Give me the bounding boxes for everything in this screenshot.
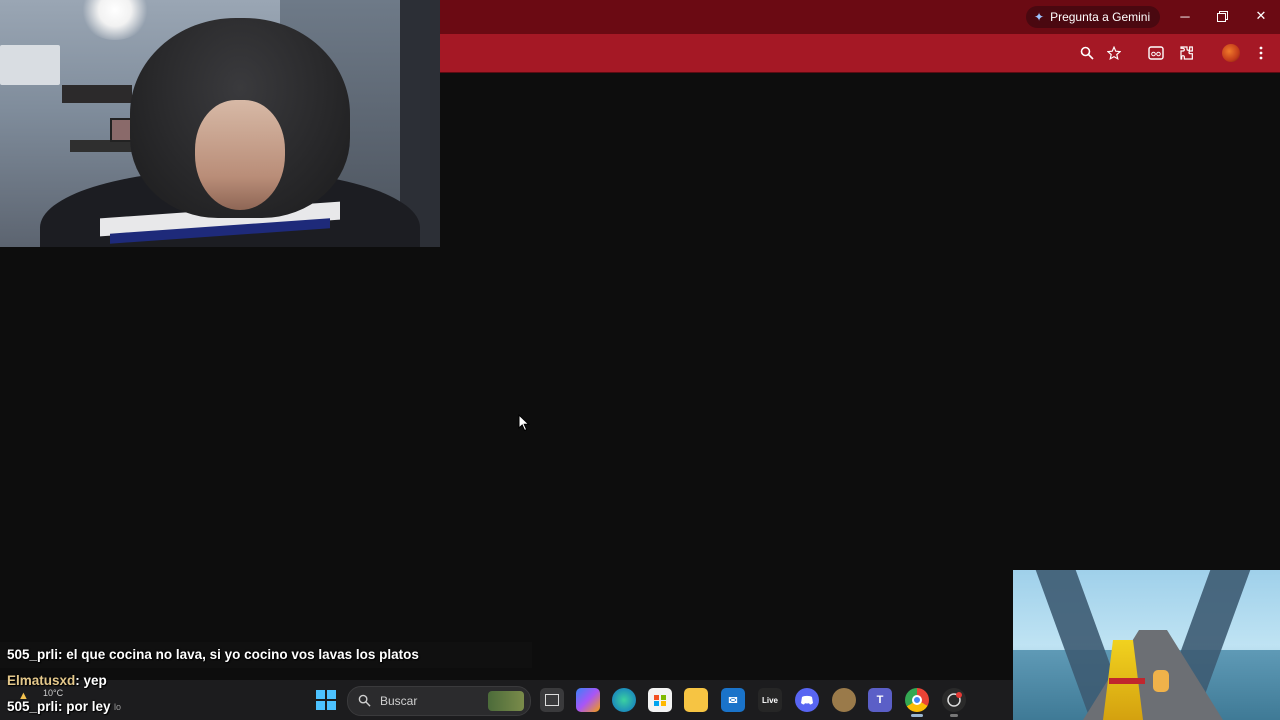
- chat-text: : por ley: [58, 699, 111, 714]
- extensions-icon[interactable]: [1176, 42, 1198, 64]
- screen: ✦ Pregunta a Gemini ─ ✕ ▲ 10°C lo Buscar…: [0, 0, 1280, 720]
- close-icon[interactable]: ✕: [1242, 0, 1280, 32]
- chat-text: : el que cocina no lava, si yo cocino vo…: [58, 647, 419, 662]
- gemini-button[interactable]: ✦ Pregunta a Gemini: [1026, 6, 1161, 28]
- copilot-icon[interactable]: [576, 688, 600, 712]
- store-icon[interactable]: [648, 688, 672, 712]
- menu-icon[interactable]: [1250, 42, 1272, 64]
- minimize-icon[interactable]: ─: [1166, 0, 1204, 32]
- chat-username: 505_prli: [7, 647, 59, 662]
- file-explorer-icon[interactable]: [684, 688, 708, 712]
- search-highlight-image: [488, 691, 524, 711]
- live-icon[interactable]: Live: [758, 688, 782, 712]
- outlook-icon[interactable]: ✉: [721, 688, 745, 712]
- chrome-active-indicator: [911, 714, 923, 717]
- mouse-cursor-icon: [518, 414, 530, 432]
- taskbar-search[interactable]: Buscar: [347, 686, 531, 716]
- chat-username: 505_prli: [7, 699, 59, 714]
- app-icon-11[interactable]: [942, 688, 966, 712]
- profile-avatar[interactable]: [1222, 44, 1240, 62]
- start-button[interactable]: [316, 690, 336, 710]
- star-icon[interactable]: [1103, 42, 1125, 64]
- discord-icon[interactable]: [795, 688, 819, 712]
- reading-mode-icon[interactable]: [1145, 42, 1167, 64]
- chat-message: Elmatusxd: yep: [7, 673, 107, 688]
- search-icon: [358, 694, 372, 708]
- chat-username: Elmatusxd: [7, 673, 76, 688]
- zoom-icon[interactable]: [1076, 42, 1098, 64]
- webcam-feed: [0, 0, 440, 247]
- restore-icon[interactable]: [1203, 0, 1241, 32]
- edge-icon[interactable]: [612, 688, 636, 712]
- search-placeholder: Buscar: [380, 694, 418, 708]
- weather-desc: lo: [114, 702, 122, 712]
- chat-message: 505_prli: por ley: [7, 699, 111, 714]
- task-view-icon[interactable]: [540, 688, 564, 712]
- gemini-spark-icon: ✦: [1034, 10, 1045, 24]
- app-icon-8[interactable]: [832, 688, 856, 712]
- gemini-label: Pregunta a Gemini: [1050, 10, 1151, 24]
- gameplay-overlay: [1013, 570, 1280, 720]
- teams-icon[interactable]: T: [868, 688, 892, 712]
- chat-text: : yep: [75, 673, 107, 688]
- chrome-icon[interactable]: [905, 688, 929, 712]
- weather-temp: 10°C: [43, 688, 64, 698]
- chat-message: 505_prli: el que cocina no lava, si yo c…: [7, 647, 419, 662]
- app-11-indicator: [950, 714, 958, 717]
